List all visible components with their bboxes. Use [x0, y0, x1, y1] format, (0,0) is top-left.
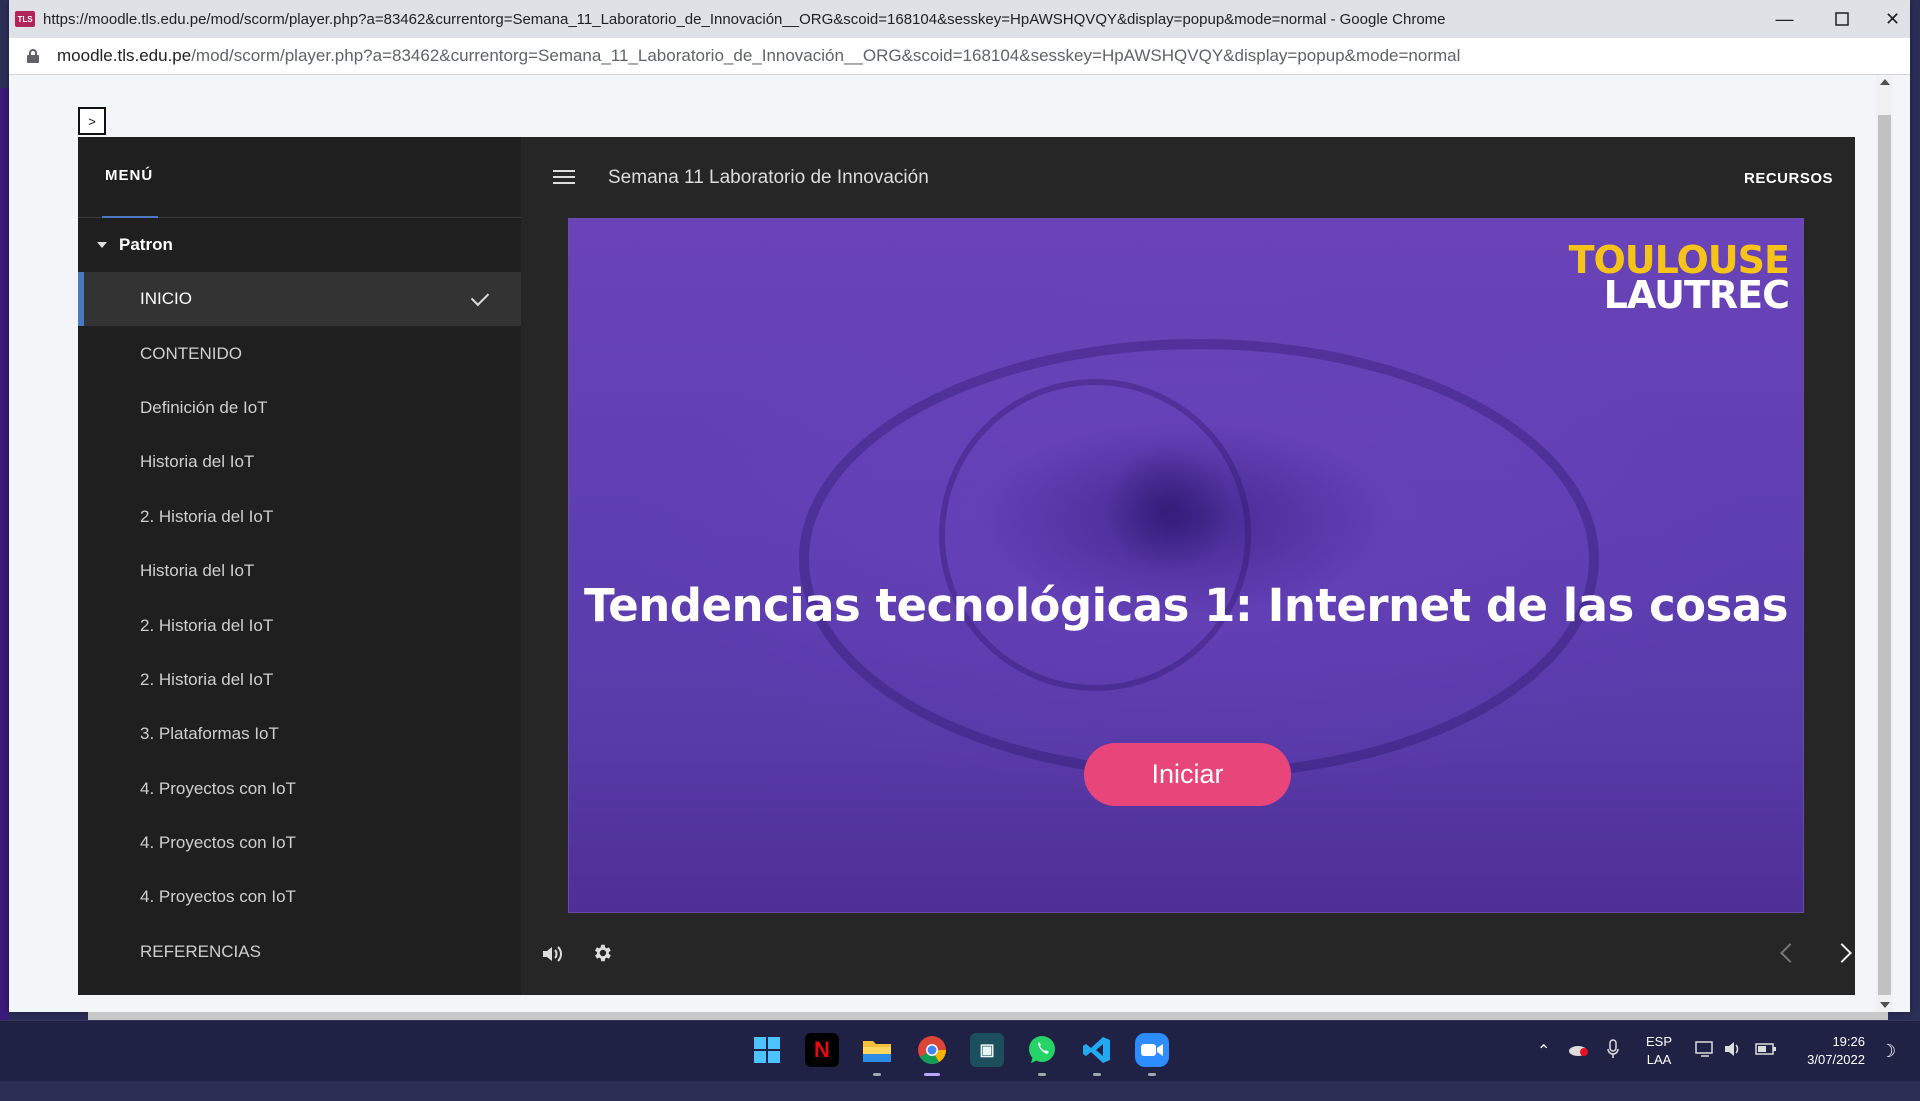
- menu-group-patron[interactable]: Patron: [78, 218, 521, 272]
- menu-item-label: 4. Proyectos con IoT: [140, 778, 296, 798]
- menu-item[interactable]: 4. Proyectos con IoT: [78, 870, 521, 924]
- running-indicator: [1148, 1073, 1156, 1076]
- caret-down-icon: [97, 242, 107, 248]
- scorm-player: MENÚ Patron INICIO CONTENIDO Definición …: [78, 137, 1855, 995]
- active-indicator: [924, 1073, 940, 1076]
- player-sidebar: MENÚ Patron INICIO CONTENIDO Definición …: [78, 137, 521, 995]
- microphone-icon[interactable]: [1606, 1039, 1620, 1099]
- windows-start-icon[interactable]: [750, 1033, 784, 1067]
- menu-item-label: 4. Proyectos con IoT: [140, 887, 296, 907]
- menu-item-label: CONTENIDO: [140, 343, 242, 363]
- menu-tab-indicator: [102, 216, 158, 218]
- player-topbar: Semana 11 Laboratorio de Innovación RECU…: [521, 137, 1855, 217]
- clock-date: 3/07/2022: [1807, 1052, 1865, 1067]
- volume-icon[interactable]: [541, 944, 563, 964]
- url-path: /mod/scorm/player.php?a=83462&currentorg…: [191, 46, 1461, 65]
- clock-time: 19:26: [1832, 1034, 1865, 1049]
- resources-button[interactable]: RECURSOS: [1744, 170, 1833, 187]
- logo-line2: LAUTREC: [1603, 272, 1790, 317]
- zoom-icon[interactable]: [1135, 1033, 1169, 1067]
- taskbar: N ▣ ⌃ ESP LAA 19:26 3/07/2022 ☽: [0, 1020, 1920, 1081]
- language-code: ESP: [1646, 1034, 1673, 1049]
- menu-item-inicio[interactable]: INICIO: [78, 272, 521, 327]
- running-indicator: [1093, 1073, 1101, 1076]
- menu-item-label: Historia del IoT: [140, 452, 255, 472]
- battery-icon[interactable]: [1755, 1041, 1777, 1101]
- menu-item-label: 4. Proyectos con IoT: [140, 833, 296, 853]
- player-controls: [521, 913, 1855, 995]
- maximize-icon[interactable]: [1813, 0, 1870, 38]
- chevron-up-icon[interactable]: ⌃: [1537, 1041, 1550, 1101]
- keyboard-layout: LAA: [1646, 1052, 1672, 1067]
- check-icon: [470, 287, 490, 307]
- menu-item-label: Definición de IoT: [140, 397, 268, 417]
- clock[interactable]: 19:26 3/07/2022: [1795, 1033, 1865, 1093]
- whatsapp-icon[interactable]: [1025, 1033, 1059, 1067]
- menu-item-label: 2. Historia del IoT: [140, 615, 274, 635]
- scroll-up-icon[interactable]: [1880, 79, 1890, 85]
- eye-iris-artwork: [939, 379, 1251, 691]
- next-slide-icon[interactable]: [1832, 943, 1852, 963]
- menu-item[interactable]: Historia del IoT: [78, 435, 521, 489]
- scrollbar-thumb[interactable]: [1878, 115, 1891, 995]
- title-bar: TLS https://moodle.tls.edu.pe/mod/scorm/…: [9, 0, 1910, 38]
- menu-item-label: INICIO: [140, 289, 192, 309]
- store-app-icon[interactable]: ▣: [970, 1033, 1004, 1067]
- network-icon[interactable]: [1695, 1041, 1715, 1101]
- page-content: Presentación interactiva - Semana 11 > M…: [9, 75, 1893, 1012]
- menu-item[interactable]: 3. Plataformas IoT: [78, 707, 521, 761]
- window-title: https://moodle.tls.edu.pe/mod/scorm/play…: [43, 10, 1446, 28]
- file-explorer-icon[interactable]: [860, 1033, 894, 1067]
- menu-header: MENÚ: [78, 137, 521, 218]
- toggle-toc-button[interactable]: >: [78, 107, 106, 135]
- previous-slide-icon[interactable]: [1780, 943, 1800, 963]
- vertical-scrollbar[interactable]: [1876, 75, 1893, 1012]
- menu-item[interactable]: CONTENIDO: [78, 326, 521, 380]
- speaker-icon[interactable]: [1723, 1040, 1743, 1100]
- desktop-background: [0, 88, 9, 1020]
- running-indicator: [873, 1073, 881, 1076]
- menu-item[interactable]: 2. Historia del IoT: [78, 598, 521, 652]
- menu-item-label: 3. Plataformas IoT: [140, 724, 279, 744]
- close-icon[interactable]: ✕: [1864, 0, 1910, 38]
- menu-item[interactable]: Definición de IoT: [78, 381, 521, 435]
- browser-window: TLS https://moodle.tls.edu.pe/mod/scorm/…: [9, 0, 1910, 1012]
- minimize-icon[interactable]: —: [1756, 0, 1813, 38]
- slide-title: Tendencias tecnológicas 1: Internet de l…: [584, 579, 1788, 632]
- menu-tab[interactable]: MENÚ: [105, 167, 153, 184]
- menu-item[interactable]: 2. Historia del IoT: [78, 490, 521, 544]
- menu-item-label: Historia del IoT: [140, 561, 255, 581]
- lock-icon[interactable]: [27, 49, 39, 63]
- hamburger-menu-icon[interactable]: [553, 170, 575, 184]
- menu-item[interactable]: REFERENCIAS: [78, 925, 521, 979]
- menu-item[interactable]: 2. Historia del IoT: [78, 653, 521, 707]
- menu-group-label: Patron: [119, 235, 173, 254]
- player-main: Semana 11 Laboratorio de Innovación RECU…: [521, 137, 1855, 995]
- menu-item-label: 2. Historia del IoT: [140, 669, 274, 689]
- vscode-icon[interactable]: [1080, 1033, 1114, 1067]
- language-indicator[interactable]: ESP LAA: [1646, 1033, 1672, 1093]
- address-bar[interactable]: moodle.tls.edu.pe/mod/scorm/player.php?a…: [9, 38, 1910, 75]
- chrome-icon[interactable]: [915, 1033, 949, 1067]
- menu-item[interactable]: Historia del IoT: [78, 544, 521, 598]
- page-title: Presentación interactiva - Semana 11: [78, 75, 818, 83]
- slide-canvas: TOULOUSE LAUTREC Tendencias tecnológicas…: [568, 218, 1804, 913]
- menu-item[interactable]: 4. Proyectos con IoT: [78, 816, 521, 870]
- netflix-icon[interactable]: N: [805, 1033, 839, 1067]
- start-button[interactable]: Iniciar: [1084, 743, 1291, 806]
- toulouse-lautrec-logo: TOULOUSE LAUTREC: [1569, 241, 1790, 317]
- menu-item[interactable]: 4. Proyectos con IoT: [78, 762, 521, 816]
- url-text[interactable]: moodle.tls.edu.pe/mod/scorm/player.php?a…: [57, 46, 1460, 66]
- url-host: moodle.tls.edu.pe: [57, 46, 192, 65]
- settings-gear-icon[interactable]: [591, 942, 613, 964]
- onedrive-icon[interactable]: [1567, 1041, 1589, 1101]
- notifications-icon[interactable]: ☽: [1880, 1041, 1896, 1101]
- menu-item-label: REFERENCIAS: [140, 941, 261, 961]
- site-favicon: TLS: [15, 11, 35, 27]
- menu-item-label: 2. Historia del IoT: [140, 506, 274, 526]
- running-indicator: [1038, 1073, 1046, 1076]
- scroll-down-icon[interactable]: [1880, 1002, 1890, 1008]
- course-title: Semana 11 Laboratorio de Innovación: [608, 167, 929, 188]
